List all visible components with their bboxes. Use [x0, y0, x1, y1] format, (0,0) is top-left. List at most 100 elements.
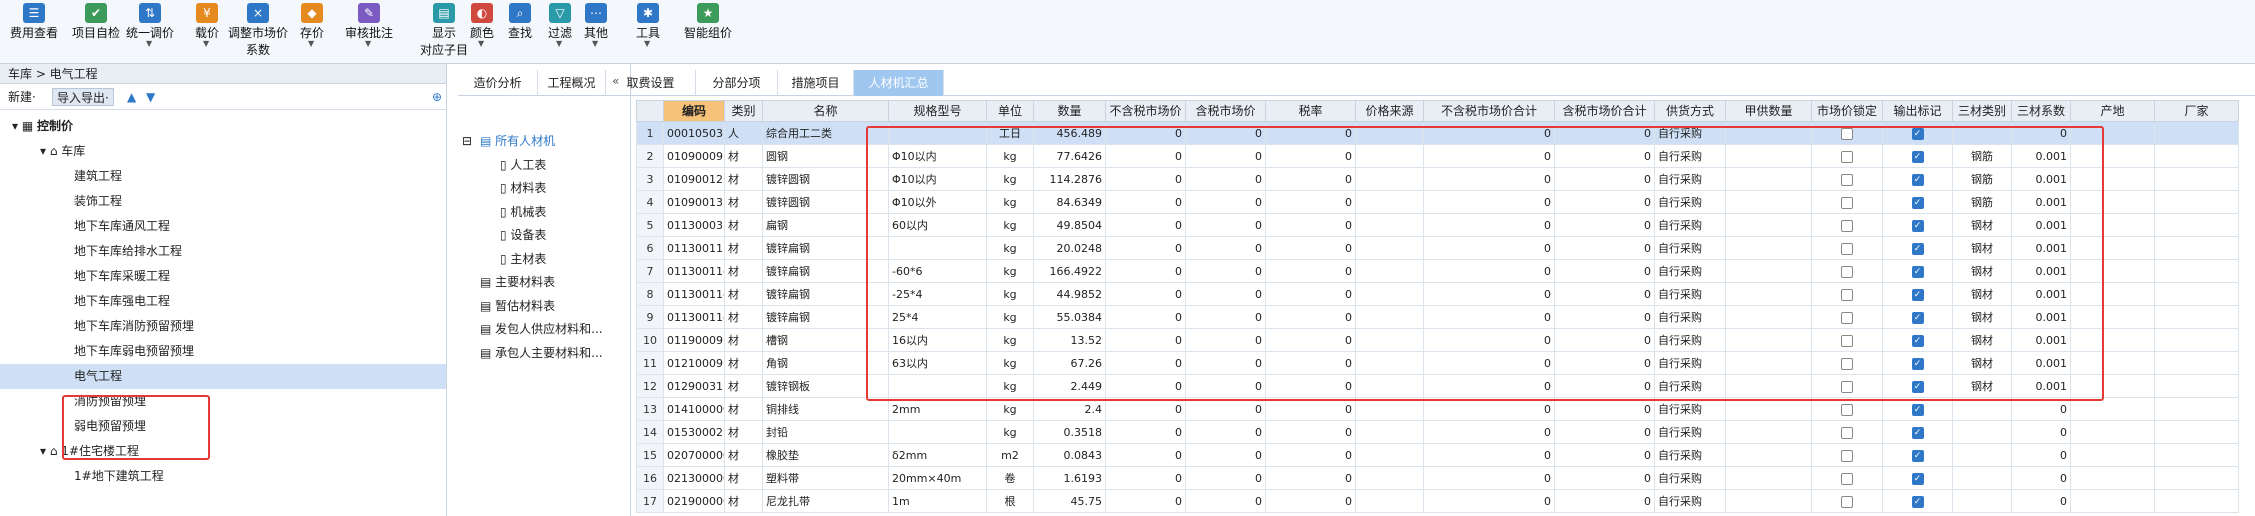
cell-qty[interactable]: 114.2876 — [1033, 167, 1106, 191]
cell-out[interactable]: ✓ — [1882, 443, 1953, 467]
expand-arrow-icon[interactable]: ▾ — [40, 144, 50, 158]
cell-p1[interactable]: 0 — [1105, 236, 1186, 260]
cell-sancai[interactable]: 钢材 — [1952, 282, 2012, 306]
cell-unit[interactable]: kg — [986, 351, 1034, 375]
cell-t1[interactable]: 0 — [1423, 213, 1555, 237]
cell-coef[interactable]: 0 — [2011, 443, 2071, 467]
cell-t1[interactable]: 0 — [1423, 374, 1555, 398]
tree-item[interactable]: 装饰工程 — [0, 189, 446, 214]
cell-out[interactable]: ✓ — [1882, 167, 1953, 191]
output-flag-checkbox[interactable]: ✓ — [1911, 495, 1924, 508]
cell-p2[interactable]: 0 — [1185, 466, 1266, 490]
cell-manufacturer[interactable] — [2154, 420, 2239, 444]
cell-coef[interactable]: 0 — [2011, 466, 2071, 490]
expand-arrow-icon[interactable]: ▾ — [12, 119, 22, 133]
cell-unit[interactable]: kg — [986, 190, 1034, 214]
cell-spec[interactable]: 2mm — [888, 397, 987, 421]
cell-p2[interactable]: 0 — [1185, 213, 1266, 237]
toolbar-button-13[interactable]: ★ 智能组价 — [684, 3, 732, 42]
cell-manufacturer[interactable] — [2154, 466, 2239, 490]
cell-t1[interactable]: 0 — [1423, 190, 1555, 214]
cell-coef[interactable]: 0.001 — [2011, 282, 2071, 306]
cell-sancai[interactable] — [1952, 466, 2012, 490]
column-header[interactable]: 名称 — [762, 100, 889, 122]
cell-src[interactable] — [1355, 213, 1424, 237]
cell-out[interactable]: ✓ — [1882, 466, 1953, 490]
cell-manufacturer[interactable] — [2154, 213, 2239, 237]
cell-rate[interactable]: 0 — [1265, 190, 1356, 214]
cell-manufacturer[interactable] — [2154, 282, 2239, 306]
cell-rate[interactable]: 0 — [1265, 144, 1356, 168]
price-lock-checkbox[interactable] — [1841, 219, 1853, 232]
cell-unit[interactable]: kg — [986, 144, 1034, 168]
cell-qty[interactable]: 45.75 — [1033, 489, 1106, 513]
cell-manufacturer[interactable] — [2154, 190, 2239, 214]
table-row[interactable]: 701130011@1材镀锌扁钢-60*6kg166.492200000自行采购… — [636, 259, 2239, 283]
cell-manufacturer[interactable] — [2154, 236, 2239, 260]
cell-manufacturer[interactable] — [2154, 121, 2239, 145]
cell-jia[interactable] — [1725, 397, 1812, 421]
cell-origin[interactable] — [2070, 374, 2155, 398]
table-row[interactable]: 801130011@2材镀锌扁钢-25*4kg44.985200000自行采购✓… — [636, 282, 2239, 306]
cell-name[interactable]: 扁钢 — [762, 213, 889, 237]
cell-name[interactable]: 尼龙扎带 — [762, 489, 889, 513]
cell-src[interactable] — [1355, 282, 1424, 306]
cell-lock[interactable] — [1811, 144, 1883, 168]
import-export-button[interactable]: 导入导出· — [52, 88, 114, 106]
cell-unit[interactable]: 工日 — [986, 121, 1034, 145]
cell-type[interactable]: 材 — [724, 489, 763, 513]
cell-t2[interactable]: 0 — [1554, 489, 1655, 513]
cell-src[interactable] — [1355, 489, 1424, 513]
cell-rate[interactable]: 0 — [1265, 259, 1356, 283]
cell-name[interactable]: 角钢 — [762, 351, 889, 375]
category-item[interactable]: ▯ 机械表 — [500, 201, 546, 223]
cell-qty[interactable]: 2.4 — [1033, 397, 1106, 421]
cell-qty[interactable]: 13.52 — [1033, 328, 1106, 352]
cell-out[interactable]: ✓ — [1882, 144, 1953, 168]
price-lock-checkbox[interactable] — [1841, 449, 1853, 462]
cell-code[interactable]: 01090009 — [663, 144, 725, 168]
cell-qty[interactable]: 77.6426 — [1033, 144, 1106, 168]
cell-spec[interactable] — [888, 236, 987, 260]
price-lock-checkbox[interactable] — [1841, 426, 1853, 439]
cell-rate[interactable]: 0 — [1265, 282, 1356, 306]
cell-supply[interactable]: 自行采购 — [1654, 397, 1726, 421]
cell-sancai[interactable]: 钢材 — [1952, 305, 2012, 329]
cell-rate[interactable]: 0 — [1265, 167, 1356, 191]
cell-p1[interactable]: 0 — [1105, 213, 1186, 237]
output-flag-checkbox[interactable]: ✓ — [1911, 265, 1924, 278]
cell-src[interactable] — [1355, 121, 1424, 145]
cell-p2[interactable]: 0 — [1185, 236, 1266, 260]
cell-t1[interactable]: 0 — [1423, 305, 1555, 329]
column-header[interactable]: 价格来源 — [1355, 100, 1424, 122]
cell-code[interactable]: 01090012 — [663, 167, 725, 191]
cell-sancai[interactable]: 钢筋 — [1952, 190, 2012, 214]
cell-supply[interactable]: 自行采购 — [1654, 121, 1726, 145]
column-header[interactable]: 不含税市场价合计 — [1423, 100, 1555, 122]
cell-qty[interactable]: 166.4922 — [1033, 259, 1106, 283]
cell-src[interactable] — [1355, 374, 1424, 398]
cell-origin[interactable] — [2070, 305, 2155, 329]
cell-coef[interactable]: 0.001 — [2011, 351, 2071, 375]
cell-lock[interactable] — [1811, 420, 1883, 444]
cell-origin[interactable] — [2070, 420, 2155, 444]
cell-lock[interactable] — [1811, 443, 1883, 467]
category-item[interactable]: ▯ 设备表 — [500, 224, 546, 246]
cell-p2[interactable]: 0 — [1185, 489, 1266, 513]
cell-t1[interactable]: 0 — [1423, 351, 1555, 375]
cell-coef[interactable]: 0 — [2011, 420, 2071, 444]
cell-out[interactable]: ✓ — [1882, 236, 1953, 260]
toolbar-button-1[interactable]: ✔ 项目自检 — [72, 3, 120, 42]
cell-sancai[interactable]: 钢材 — [1952, 213, 2012, 237]
category-item[interactable]: ▤ 暂估材料表 — [480, 295, 555, 317]
cell-jia[interactable] — [1725, 121, 1812, 145]
cell-rate[interactable]: 0 — [1265, 213, 1356, 237]
cell-name[interactable]: 圆钢 — [762, 144, 889, 168]
cell-lock[interactable] — [1811, 282, 1883, 306]
cell-coef[interactable]: 0.001 — [2011, 236, 2071, 260]
cell-coef[interactable]: 0 — [2011, 121, 2071, 145]
cell-p2[interactable]: 0 — [1185, 351, 1266, 375]
price-lock-checkbox[interactable] — [1841, 173, 1853, 186]
column-header[interactable]: 规格型号 — [888, 100, 987, 122]
output-flag-checkbox[interactable]: ✓ — [1911, 426, 1924, 439]
